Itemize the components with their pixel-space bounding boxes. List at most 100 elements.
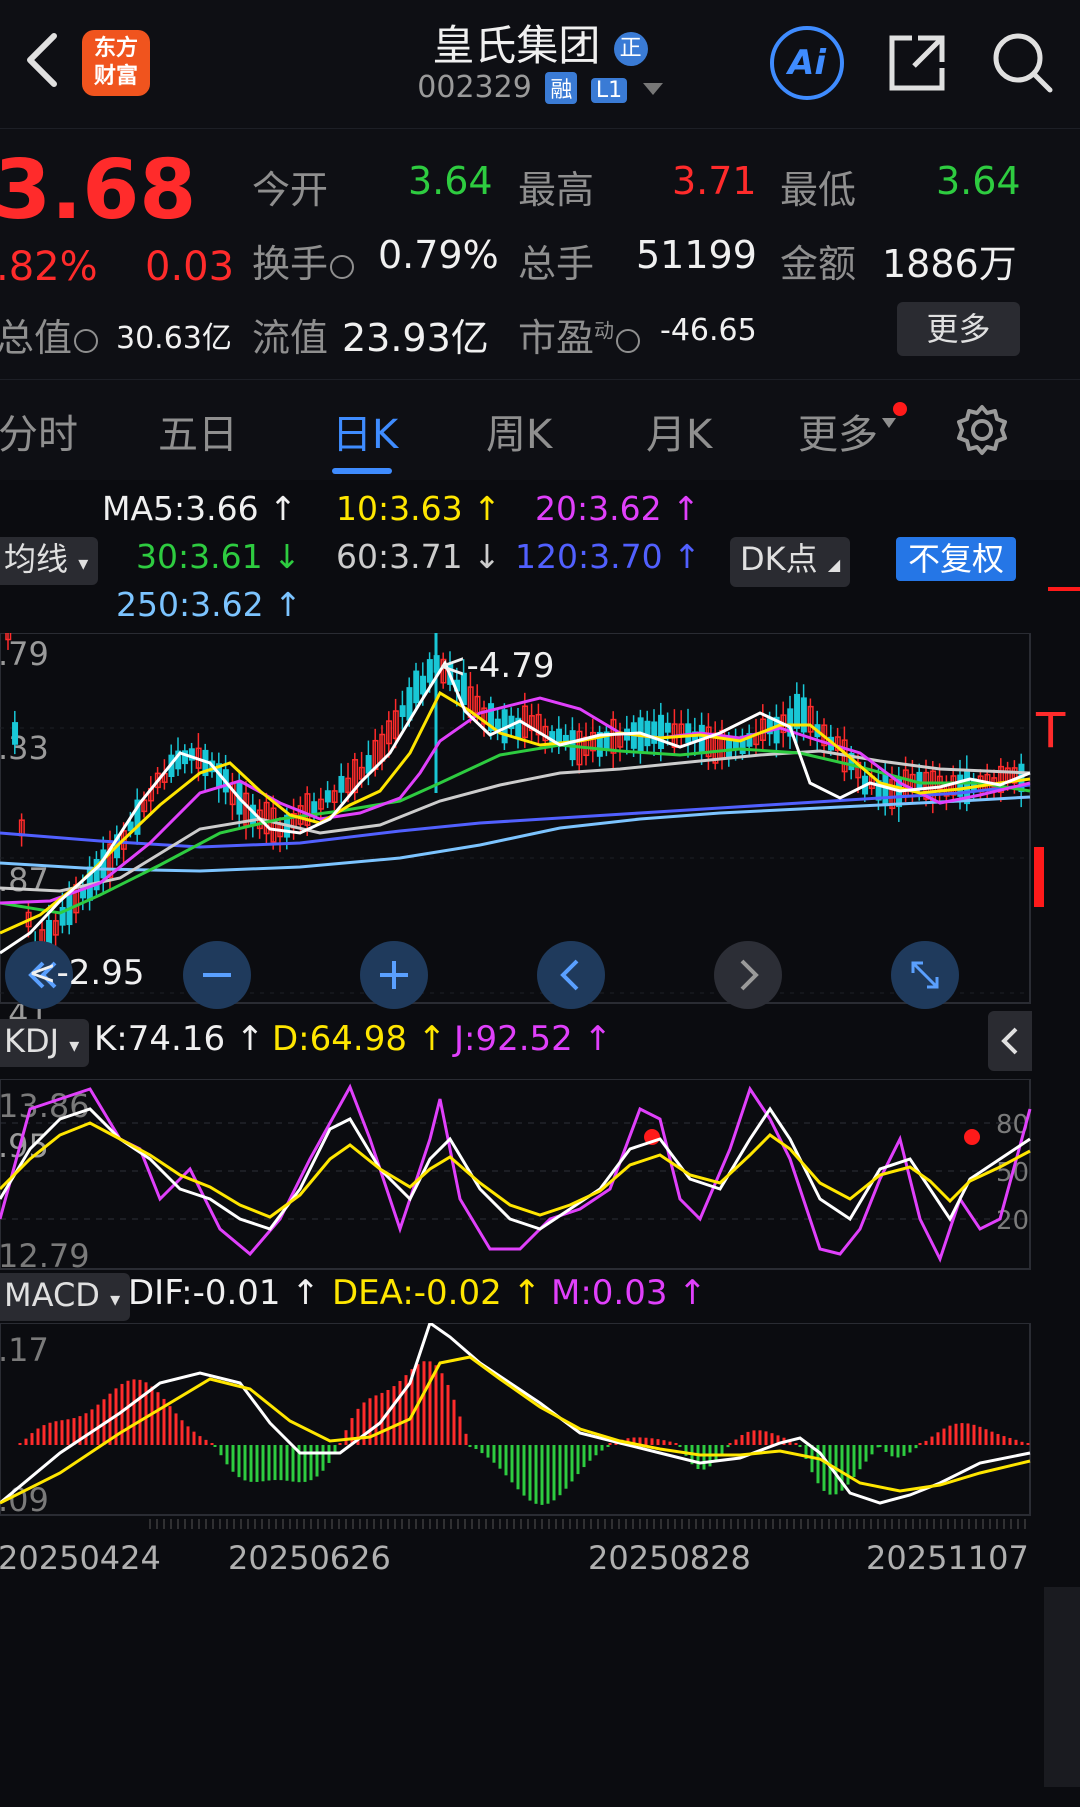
tab-weekly-k[interactable]: 周K <box>486 402 552 460</box>
low-annotation: <-2.95 <box>28 953 145 993</box>
collapse-panel-button[interactable] <box>988 1011 1032 1071</box>
ma250-legend: 250:3.62 ↑ <box>116 585 302 624</box>
ma20-legend: 20:3.62 ↑ <box>535 489 700 528</box>
share-icon[interactable] <box>886 32 948 94</box>
ma20-line <box>0 696 1031 905</box>
candle-body <box>12 722 19 745</box>
tab-more[interactable]: 更多 <box>798 402 896 460</box>
ma120-legend: 120:3.70 ↑ <box>515 537 701 576</box>
kdj-k-value: K:74.16 ↑ <box>94 1019 265 1059</box>
date-label: 20251107 <box>866 1539 1029 1577</box>
kdj-j-value: J:92.52 ↑ <box>454 1019 613 1059</box>
date-label: 20250828 <box>588 1539 751 1577</box>
mcap-value: 30.63亿 <box>116 321 232 356</box>
info-icon[interactable] <box>616 328 641 353</box>
right-scrollbar[interactable] <box>1044 1587 1080 1787</box>
active-tab-indicator <box>332 468 392 474</box>
macd-m-value: M:0.03 ↑ <box>551 1273 707 1313</box>
side-t-label: T <box>1036 703 1066 759</box>
volume-label: 总手 <box>518 242 595 286</box>
stock-name: 皇氏集团 <box>432 21 601 70</box>
low-value: 3.64 <box>936 159 1021 203</box>
candle-body <box>324 790 331 803</box>
chevron-down-icon[interactable] <box>642 82 663 95</box>
tab-daily-k[interactable]: 日K <box>332 402 398 460</box>
candle-body <box>420 675 427 695</box>
ma5-legend: MA5:3.66 ↑ <box>102 489 297 528</box>
top-bar: 东方 财富 皇氏集团 正 002329 融 L1 Ai <box>0 0 1080 129</box>
info-icon[interactable] <box>74 328 99 353</box>
date-label: 20250626 <box>228 1539 391 1577</box>
pe-value: -46.65 <box>660 313 757 348</box>
date-label: 20250424 <box>0 1539 161 1577</box>
candle-body <box>426 659 433 683</box>
ma10-legend: 10:3.63 ↑ <box>336 489 501 528</box>
gear-icon[interactable] <box>956 404 1008 456</box>
kline-chart-area: MA5:3.66 ↑ 10:3.63 ↑ 20:3.62 ↑ 均线 ▾ 30:3… <box>0 481 1080 1807</box>
tab-monthly-k[interactable]: 月K <box>646 402 712 460</box>
turnover-value: 0.79% <box>378 233 499 277</box>
side-red-tick <box>1048 587 1080 591</box>
candle-body <box>413 670 420 704</box>
ma30-line <box>0 743 1031 915</box>
amount-label: 金额 <box>780 242 857 286</box>
tab-five-day[interactable]: 五日 <box>158 402 238 460</box>
ma60-legend: 60:3.71 ↓ <box>336 537 501 576</box>
kdj-d-value: D:64.98 ↑ <box>272 1019 447 1059</box>
macd-chart[interactable] <box>0 1323 1080 1517</box>
date-ticks <box>149 1519 1026 1529</box>
scroll-right-button[interactable] <box>714 941 782 1009</box>
tab-intraday[interactable]: 分时 <box>0 402 78 460</box>
candle-body <box>882 772 889 807</box>
candle-body <box>338 775 345 793</box>
candle-body <box>127 821 134 832</box>
change-percent: .82% <box>0 244 98 290</box>
more-quote-button[interactable]: 更多 <box>897 302 1020 356</box>
float-value: 23.93亿 <box>342 316 489 360</box>
side-red-bar <box>1034 847 1044 907</box>
fullscreen-button[interactable] <box>891 941 959 1009</box>
turnover-label: 换手 <box>252 233 355 288</box>
quote-panel: 3.68 .82% 0.03 今开 3.64 最高 3.71 最低 3.64 换… <box>0 129 1080 380</box>
kdj-j-line <box>0 1083 1032 1263</box>
macd-dea-line <box>0 1355 1031 1505</box>
open-label: 今开 <box>252 168 329 212</box>
kdj-selector[interactable]: KDJ ▾ <box>0 1019 90 1067</box>
dk-point-button[interactable]: DK点 ◢ <box>730 537 851 587</box>
adjust-toggle-button[interactable]: 不复权 <box>896 537 1017 581</box>
macd-dif-value: DIF:-0.01 ↑ <box>128 1273 320 1313</box>
level1-badge: L1 <box>590 78 628 103</box>
high-annotation: <-4.79 <box>438 646 554 686</box>
zoom-in-button[interactable] <box>360 941 428 1009</box>
candle-body <box>658 714 665 750</box>
mcap-label: 总值 <box>0 307 99 362</box>
candle-body <box>399 705 406 717</box>
chevron-down-icon <box>882 418 896 428</box>
ma30-legend: 30:3.61 ↓ <box>136 537 301 576</box>
macd-selector[interactable]: MACD ▾ <box>0 1273 131 1321</box>
ma-selector[interactable]: 均线 ▾ <box>0 537 99 585</box>
zoom-out-button[interactable] <box>183 941 251 1009</box>
scroll-left-button[interactable] <box>537 941 605 1009</box>
ai-button[interactable]: Ai <box>770 26 844 100</box>
pe-label: 市盈动 <box>518 307 641 362</box>
info-icon[interactable] <box>330 254 355 279</box>
date-axis-ticks <box>149 1519 1026 1529</box>
high-label: 最高 <box>518 168 595 212</box>
title-badge-icon: 正 <box>613 31 648 66</box>
macd-histogram <box>18 1361 1030 1505</box>
search-icon[interactable] <box>990 30 1054 94</box>
candle-body <box>916 771 923 790</box>
candle-body <box>365 755 372 774</box>
stock-code: 002329 <box>417 70 532 105</box>
period-tabs: 分时 五日 日K 周K 月K 更多 <box>0 380 1080 480</box>
candle-body <box>494 718 501 730</box>
macd-dea-value: DEA:-0.02 ↑ <box>332 1273 542 1313</box>
change-amount: 0.03 <box>145 244 235 290</box>
kdj-k-line <box>0 1106 1031 1231</box>
kdj-chart[interactable]: 80 50 20 <box>0 1079 1080 1271</box>
ma5-line <box>0 659 1031 955</box>
high-value: 3.71 <box>672 159 757 203</box>
ma10-line <box>0 690 1031 935</box>
margin-badge: 融 <box>545 72 578 104</box>
